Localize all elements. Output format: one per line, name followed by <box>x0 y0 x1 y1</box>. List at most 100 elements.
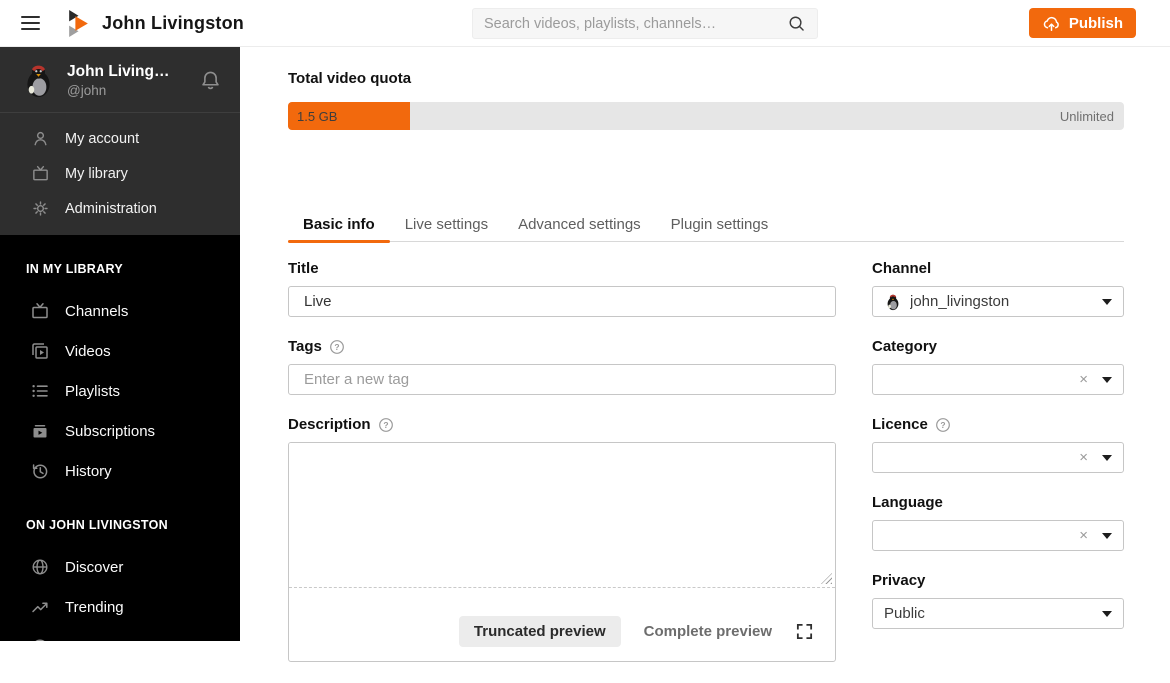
sidebar-item-my-account[interactable]: My account <box>0 121 240 156</box>
sidebar-item-label: Videos <box>65 342 111 360</box>
description-textarea-wrap <box>289 443 835 588</box>
main-content: Total video quota 1.5 GB Unlimited Basic… <box>240 47 1170 662</box>
sidebar-item-history[interactable]: History <box>0 451 240 491</box>
sidebar-section-in-my-library: IN MY LIBRARY Channels Videos Playlists … <box>0 262 240 491</box>
publish-button[interactable]: Publish <box>1028 8 1136 38</box>
description-textarea[interactable] <box>289 443 835 587</box>
clear-icon[interactable]: × <box>1079 528 1088 543</box>
privacy-field: Privacy Public <box>872 572 1124 629</box>
description-field: Description ? Truncated preview Complete… <box>288 416 836 662</box>
clear-icon[interactable]: × <box>1079 450 1088 465</box>
complete-preview-button[interactable]: Complete preview <box>644 623 772 640</box>
svg-text:?: ? <box>334 342 339 352</box>
quota-limit-label: Unlimited <box>1059 108 1114 124</box>
user-avatar[interactable] <box>20 62 57 99</box>
plus-circle-icon <box>30 637 50 641</box>
tab-plugin-settings[interactable]: Plugin settings <box>656 210 784 241</box>
truncated-preview-button[interactable]: Truncated preview <box>458 616 621 647</box>
tags-label-text: Tags <box>288 338 322 355</box>
channel-label: Channel <box>872 260 932 277</box>
search-bar <box>472 8 818 39</box>
tags-input[interactable] <box>288 364 836 395</box>
svg-text:?: ? <box>383 420 388 430</box>
quota-progress-bar: 1.5 GB Unlimited <box>288 102 1124 130</box>
licence-field: Licence ? × <box>872 416 1124 473</box>
instance-title[interactable]: John Livingston <box>102 13 244 34</box>
sidebar-item-administration[interactable]: Administration <box>0 191 240 226</box>
sidebar-item-label: Trending <box>65 598 124 616</box>
clear-icon[interactable]: × <box>1079 372 1088 387</box>
fullscreen-icon[interactable] <box>795 622 814 641</box>
videos-icon <box>30 341 50 361</box>
tab-basic-info[interactable]: Basic info <box>288 210 390 243</box>
sidebar-account-block: John Livingston @john My account My libr… <box>0 47 240 235</box>
form-left-column: Title Tags ? Description <box>288 260 836 683</box>
licence-select[interactable]: × <box>872 442 1124 473</box>
user-meta: John Livingston @john <box>67 63 177 98</box>
help-icon[interactable]: ? <box>378 417 394 433</box>
search-input[interactable] <box>484 15 787 32</box>
quota-title: Total video quota <box>288 70 412 87</box>
caret-down-icon <box>1102 376 1112 383</box>
sidebar-item-recently-added[interactable]: Recently added <box>0 627 240 641</box>
language-label: Language <box>872 494 943 511</box>
sidebar-item-playlists[interactable]: Playlists <box>0 371 240 411</box>
trending-icon <box>30 597 50 617</box>
sidebar-item-label: Discover <box>65 558 124 576</box>
category-label: Category <box>872 338 938 355</box>
tv-icon <box>30 301 50 321</box>
caret-down-icon <box>1102 454 1112 461</box>
quota-progress-fill: 1.5 GB <box>288 102 411 130</box>
top-bar: John Livingston Publish <box>0 0 1170 47</box>
licence-label-text: Licence <box>872 416 928 433</box>
title-field: Title <box>288 260 836 317</box>
section-title: ON JOHN LIVINGSTON <box>26 518 168 532</box>
sidebar: John Livingston @john My account My libr… <box>0 47 240 641</box>
section-title: IN MY LIBRARY <box>26 262 123 276</box>
sidebar-item-discover[interactable]: Discover <box>0 547 240 587</box>
category-select[interactable]: × <box>872 364 1124 395</box>
sidebar-item-subscriptions[interactable]: Subscriptions <box>0 411 240 451</box>
channel-field: Channel john_livingston <box>872 260 1124 317</box>
description-label: Description ? <box>288 416 836 433</box>
sidebar-item-my-library[interactable]: My library <box>0 156 240 191</box>
tags-label: Tags ? <box>288 338 836 355</box>
peertube-logo-icon[interactable] <box>68 9 89 37</box>
sidebar-item-label: Administration <box>65 200 157 217</box>
privacy-value: Public <box>884 605 925 622</box>
privacy-select[interactable]: Public <box>872 598 1124 629</box>
sidebar-user-row[interactable]: John Livingston @john <box>0 47 240 113</box>
help-icon[interactable]: ? <box>329 339 345 355</box>
search-icon[interactable] <box>787 14 806 33</box>
language-select[interactable]: × <box>872 520 1124 551</box>
user-name: John Livingston <box>67 63 177 80</box>
sidebar-item-trending[interactable]: Trending <box>0 587 240 627</box>
sidebar-item-label: My library <box>65 165 128 182</box>
description-preview-actions: Truncated preview Complete preview <box>289 588 835 661</box>
channel-value: john_livingston <box>910 293 1010 310</box>
notifications-bell-icon[interactable] <box>199 69 222 92</box>
gear-icon <box>30 199 50 218</box>
sidebar-item-label: Channels <box>65 302 129 320</box>
playlists-icon <box>30 381 50 401</box>
tab-advanced-settings[interactable]: Advanced settings <box>503 210 656 241</box>
history-icon <box>30 461 50 481</box>
help-icon[interactable]: ? <box>935 417 951 433</box>
sidebar-item-label: History <box>65 462 112 480</box>
sidebar-item-channels[interactable]: Channels <box>0 291 240 331</box>
caret-down-icon <box>1102 532 1112 539</box>
sidebar-section-on-instance: ON JOHN LIVINGSTON Discover Trending <box>0 518 240 641</box>
sidebar-item-label: Subscriptions <box>65 422 156 440</box>
title-input[interactable] <box>288 286 836 317</box>
privacy-label: Privacy <box>872 572 926 589</box>
sidebar-item-videos[interactable]: Videos <box>0 331 240 371</box>
caret-down-icon <box>1102 610 1112 617</box>
settings-tabs: Basic info Live settings Advanced settin… <box>288 210 1124 243</box>
description-editor: Truncated preview Complete preview <box>288 442 836 662</box>
menu-icon[interactable] <box>21 12 40 33</box>
channel-select[interactable]: john_livingston <box>872 286 1124 317</box>
tab-live-settings[interactable]: Live settings <box>390 210 503 241</box>
caret-down-icon <box>1102 298 1112 305</box>
sidebar-item-label: My account <box>65 130 140 147</box>
globe-icon <box>30 557 50 577</box>
